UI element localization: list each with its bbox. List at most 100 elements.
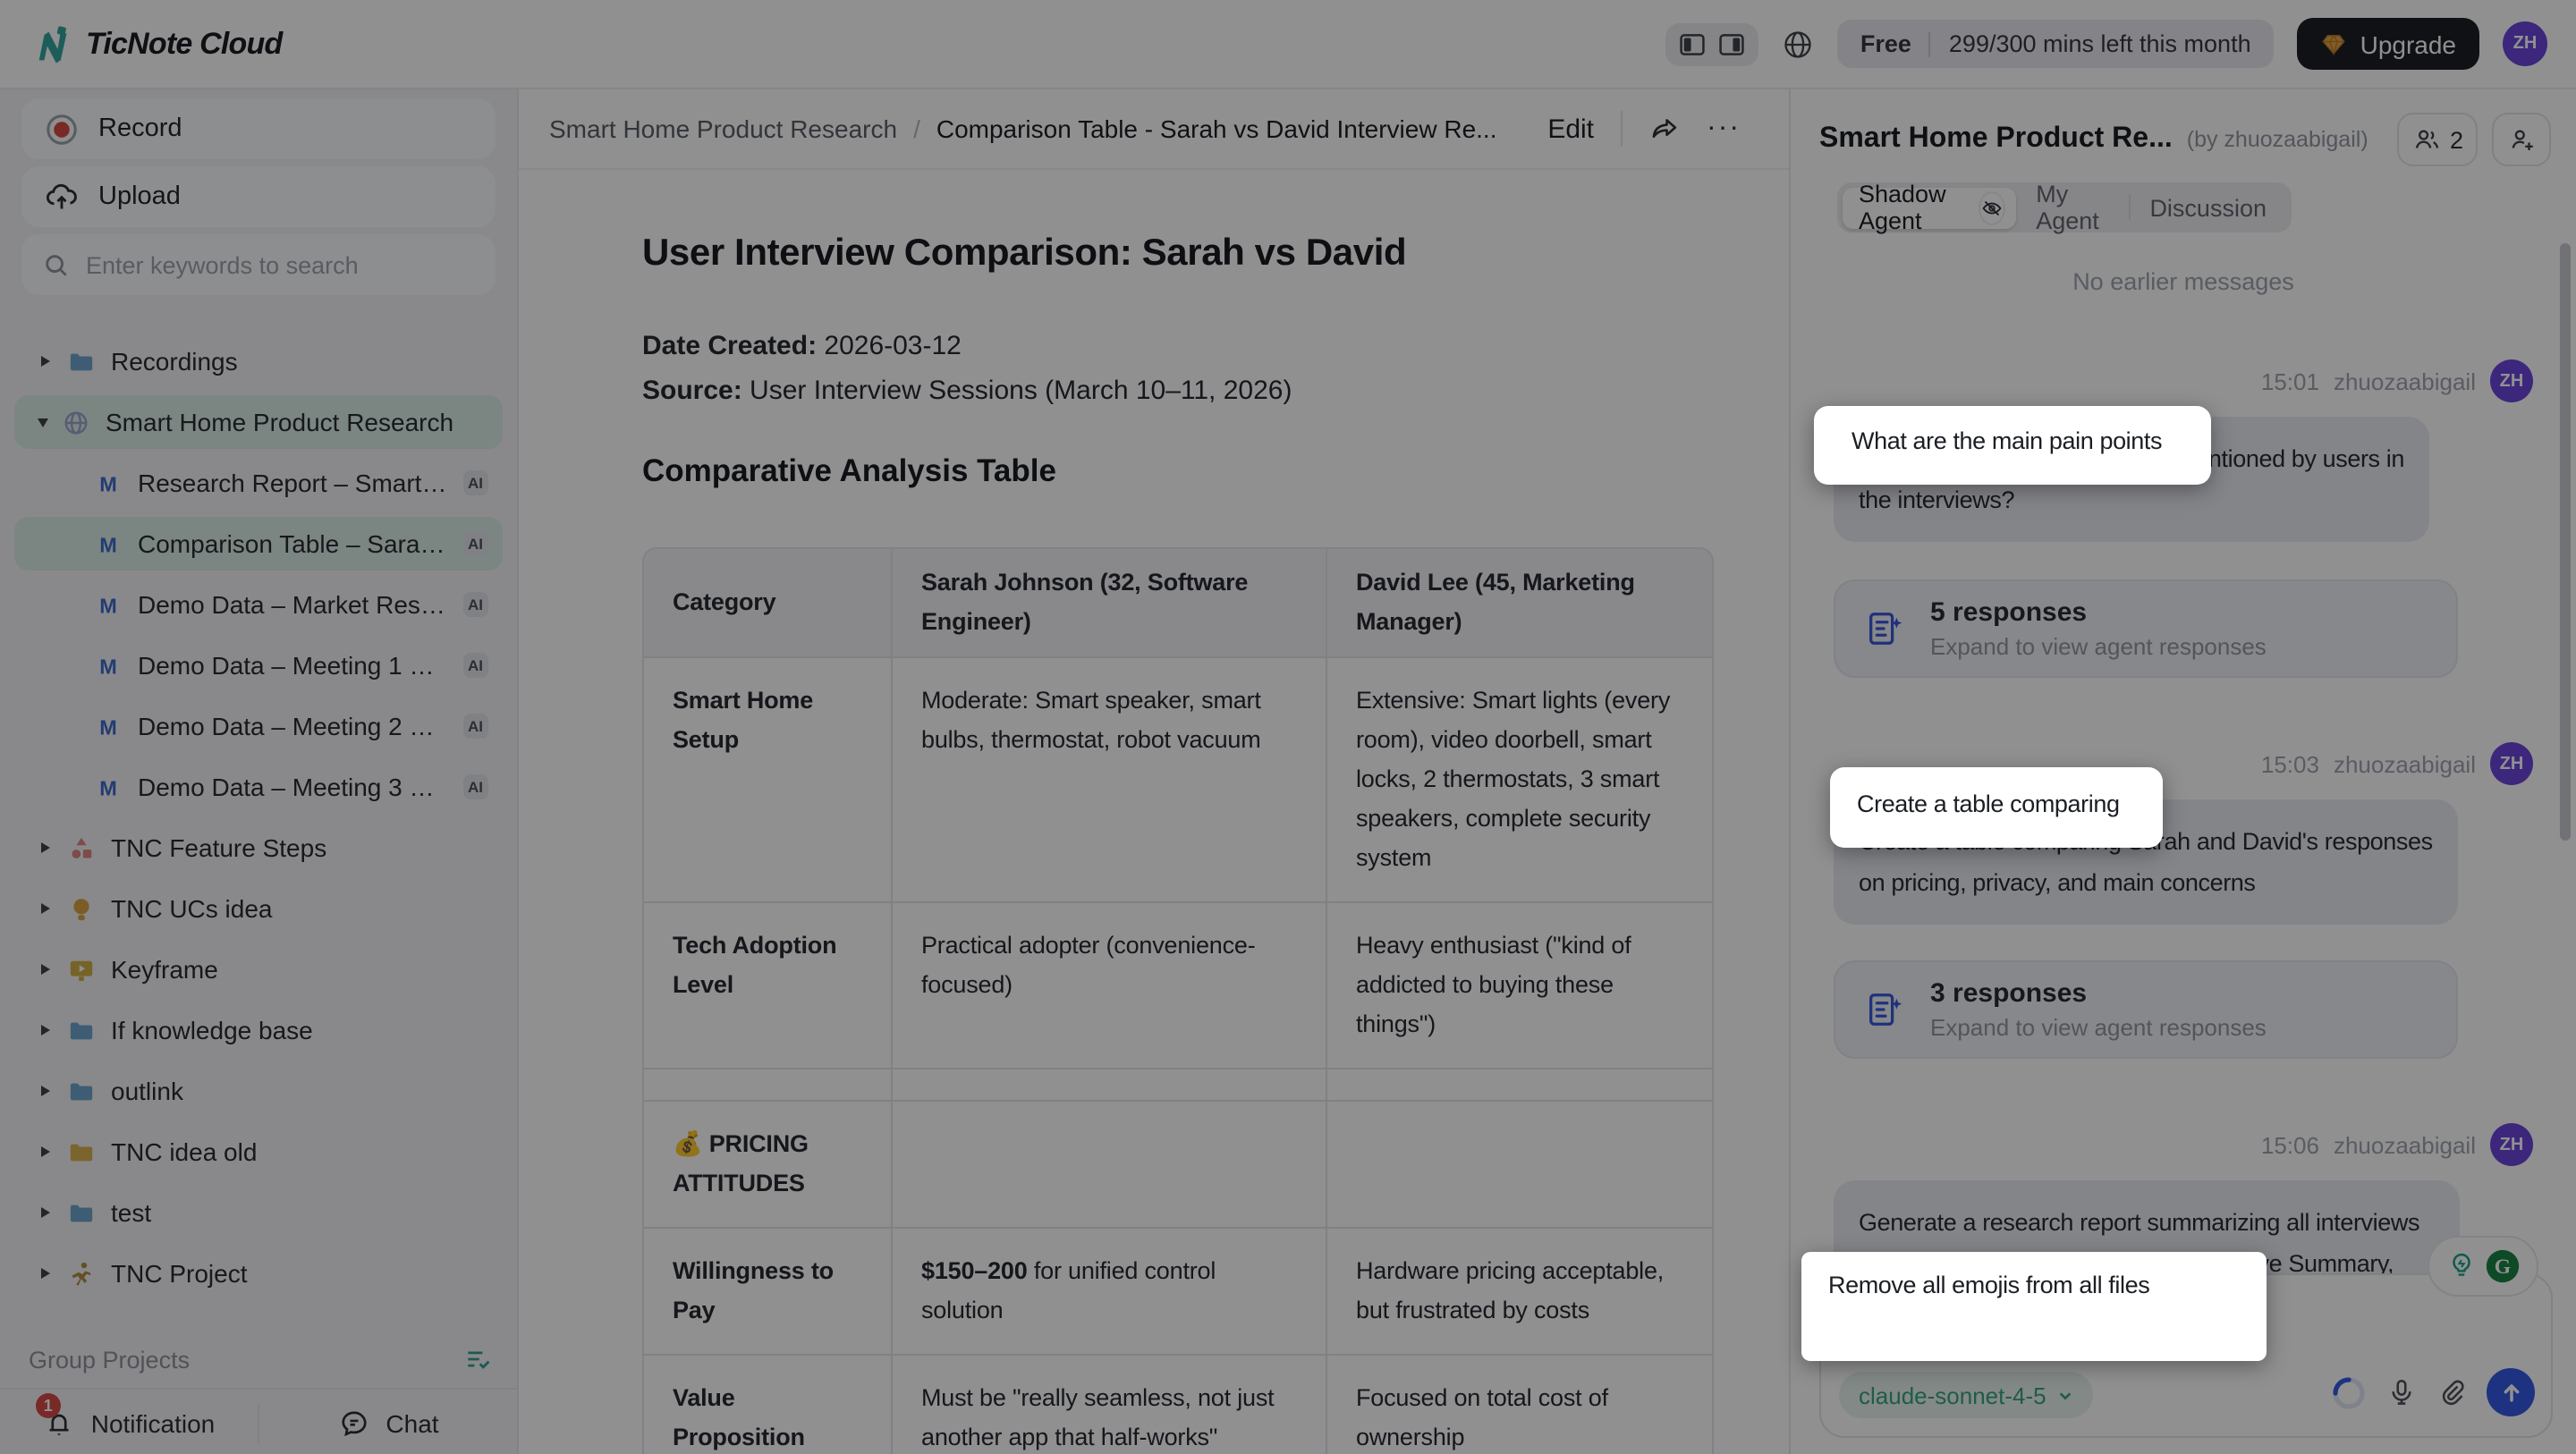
edit-button[interactable]: Edit: [1547, 114, 1594, 144]
loading-spinner: [2331, 1374, 2367, 1410]
tree-caret-icon[interactable]: [41, 964, 50, 975]
tree-caret-icon[interactable]: [41, 356, 50, 367]
toggle-left-panel-icon[interactable]: [1678, 30, 1707, 58]
user-avatar[interactable]: ZH: [2503, 21, 2547, 66]
message-username: zhuozaabigail: [2334, 1131, 2476, 1158]
usage-divider: [1929, 31, 1931, 56]
tree-item-label: Research Report – Smart H...: [138, 469, 448, 497]
panel-scrollbar[interactable]: [2560, 243, 2571, 841]
keyframe-icon: [66, 956, 95, 983]
table-cell-david: [1326, 1100, 1714, 1227]
breadcrumb-parent[interactable]: Smart Home Product Research: [549, 114, 897, 143]
breadcrumb: Smart Home Product Research / Comparison…: [519, 89, 1789, 170]
eye-off-icon[interactable]: [1979, 190, 2005, 224]
tree-caret-icon[interactable]: [41, 1146, 50, 1157]
group-projects-row[interactable]: Group Projects: [29, 1345, 492, 1374]
tree-caret-icon[interactable]: [41, 1268, 50, 1279]
chevron-down-icon: [2057, 1387, 2073, 1403]
mfile-icon: M: [93, 652, 122, 679]
responses-card[interactable]: 5 responsesExpand to view agent response…: [1834, 579, 2458, 678]
panel-toggle-group: [1665, 22, 1758, 65]
no-earlier-messages: No earlier messages: [1834, 268, 2533, 295]
send-button[interactable]: [2487, 1368, 2535, 1416]
sidebar-tree-item[interactable]: TNC idea old: [14, 1125, 503, 1179]
logo-text: TicNote Cloud: [86, 26, 282, 62]
language-globe-icon[interactable]: [1782, 28, 1814, 60]
members-button[interactable]: 2: [2398, 113, 2478, 166]
table-cell-category: 💰 PRICING ATTITUDES: [644, 1100, 891, 1227]
table-row: Value PropositionMust be "really seamles…: [644, 1354, 1712, 1454]
table-cell-category: Value Proposition: [644, 1354, 891, 1454]
search-input[interactable]: [86, 251, 474, 278]
app-window: TicNote Cloud Free 299/300 mins left thi…: [0, 0, 2576, 1454]
sidebar-tree-item[interactable]: TNC Feature Steps: [14, 821, 503, 875]
sidebar-tree-item[interactable]: TNC Project: [14, 1247, 503, 1300]
message-meta: 15:01zhuozaabigailZH: [1834, 359, 2533, 402]
sidebar-tree-item[interactable]: test: [14, 1186, 503, 1239]
upload-cloud-icon: [45, 180, 79, 214]
tree-item-label: Recordings: [111, 347, 488, 376]
svg-text:M: M: [98, 532, 116, 555]
toggle-right-panel-icon[interactable]: [1717, 30, 1746, 58]
tree-item-label: TNC idea old: [111, 1137, 488, 1166]
document-meta-source: Source: User Interview Sessions (March 1…: [642, 376, 1716, 406]
upgrade-button[interactable]: Upgrade: [2298, 18, 2479, 70]
svg-text:M: M: [98, 654, 116, 677]
invite-button[interactable]: [2492, 113, 2551, 166]
panel-title: Smart Home Product Re...: [1819, 123, 2173, 156]
chat-button[interactable]: Chat: [259, 1408, 517, 1440]
more-options-button[interactable]: ···: [1707, 113, 1741, 145]
table-row: Smart Home SetupModerate: Smart speaker,…: [644, 656, 1712, 901]
attach-icon[interactable]: [2436, 1377, 2467, 1408]
chat-label: Chat: [386, 1409, 438, 1438]
sidebar-tree-item[interactable]: TNC UCs idea: [14, 882, 503, 935]
table-cell-sarah: [891, 1100, 1326, 1227]
model-selector[interactable]: claude-sonnet-4-5: [1839, 1372, 2093, 1418]
table-header-row: CategorySarah Johnson (32, Software Engi…: [644, 549, 1712, 656]
mic-icon[interactable]: [2386, 1377, 2417, 1408]
tree-caret-icon[interactable]: [41, 1025, 50, 1036]
sidebar-tree-item[interactable]: outlink: [14, 1064, 503, 1118]
message-time: 15:01: [2261, 368, 2319, 394]
people-icon: [2412, 124, 2443, 155]
sidebar-tree-item[interactable]: MDemo Data – Meeting 2 – U...AI: [14, 699, 503, 753]
tab-my-agent[interactable]: My Agent: [2016, 181, 2129, 234]
tree-caret-icon[interactable]: [41, 1207, 50, 1218]
table-cell-category: [644, 1068, 891, 1100]
tree-caret-icon[interactable]: [41, 903, 50, 914]
panel-byline: (by zhuozaabigail): [2187, 127, 2368, 152]
notification-button[interactable]: 1 Notification: [0, 1408, 258, 1440]
search-box[interactable]: [21, 234, 496, 295]
tree-item-label: If knowledge base: [111, 1016, 488, 1044]
table-cell-david: Hardware pricing acceptable, but frustra…: [1326, 1227, 1714, 1354]
ai-badge: AI: [462, 774, 488, 799]
tree-item-label: Demo Data – Meeting 3 – In...: [138, 773, 448, 801]
sidebar-tree-item[interactable]: Smart Home Product Research: [14, 395, 503, 449]
share-icon[interactable]: [1649, 114, 1680, 144]
record-button[interactable]: Record: [21, 98, 496, 159]
app-logo[interactable]: TicNote Cloud: [29, 21, 282, 66]
sidebar-tree-item[interactable]: MDemo Data – Market Resea...AI: [14, 578, 503, 631]
sidebar-tree-item[interactable]: MDemo Data – Meeting 3 – In...AI: [14, 760, 503, 814]
task-list-icon[interactable]: [463, 1345, 492, 1374]
grammar-check-icon[interactable]: G: [2485, 1248, 2521, 1284]
lightbulb-icon[interactable]: [2445, 1250, 2478, 1282]
sidebar-tree-item[interactable]: If knowledge base: [14, 1003, 503, 1057]
upgrade-label: Upgrade: [2360, 30, 2456, 58]
tree-caret-icon[interactable]: [41, 842, 50, 853]
message-time: 15:06: [2261, 1131, 2319, 1158]
sidebar-tree-item[interactable]: MDemo Data – Meeting 1 – U...AI: [14, 638, 503, 692]
table-cell-category: Tech Adoption Level: [644, 901, 891, 1068]
sidebar-tree-item[interactable]: MComparison Table – Sarah v...AI: [14, 517, 503, 571]
tab-shadow-agent[interactable]: Shadow Agent: [1843, 187, 2016, 228]
responses-card[interactable]: 3 responsesExpand to view agent response…: [1834, 960, 2458, 1059]
responses-subtitle: Expand to view agent responses: [1930, 1014, 2267, 1041]
tree-caret-icon[interactable]: [41, 1086, 50, 1096]
sidebar-tree-item[interactable]: Keyframe: [14, 943, 503, 996]
tree-caret-icon[interactable]: [38, 418, 48, 427]
tab-discussion[interactable]: Discussion: [2130, 194, 2286, 221]
upload-button[interactable]: Upload: [21, 166, 496, 227]
sidebar-tree-item[interactable]: Recordings: [14, 334, 503, 388]
sidebar-tree-item[interactable]: MResearch Report – Smart H...AI: [14, 456, 503, 510]
document: User Interview Comparison: Sarah vs Davi…: [642, 232, 1716, 1454]
